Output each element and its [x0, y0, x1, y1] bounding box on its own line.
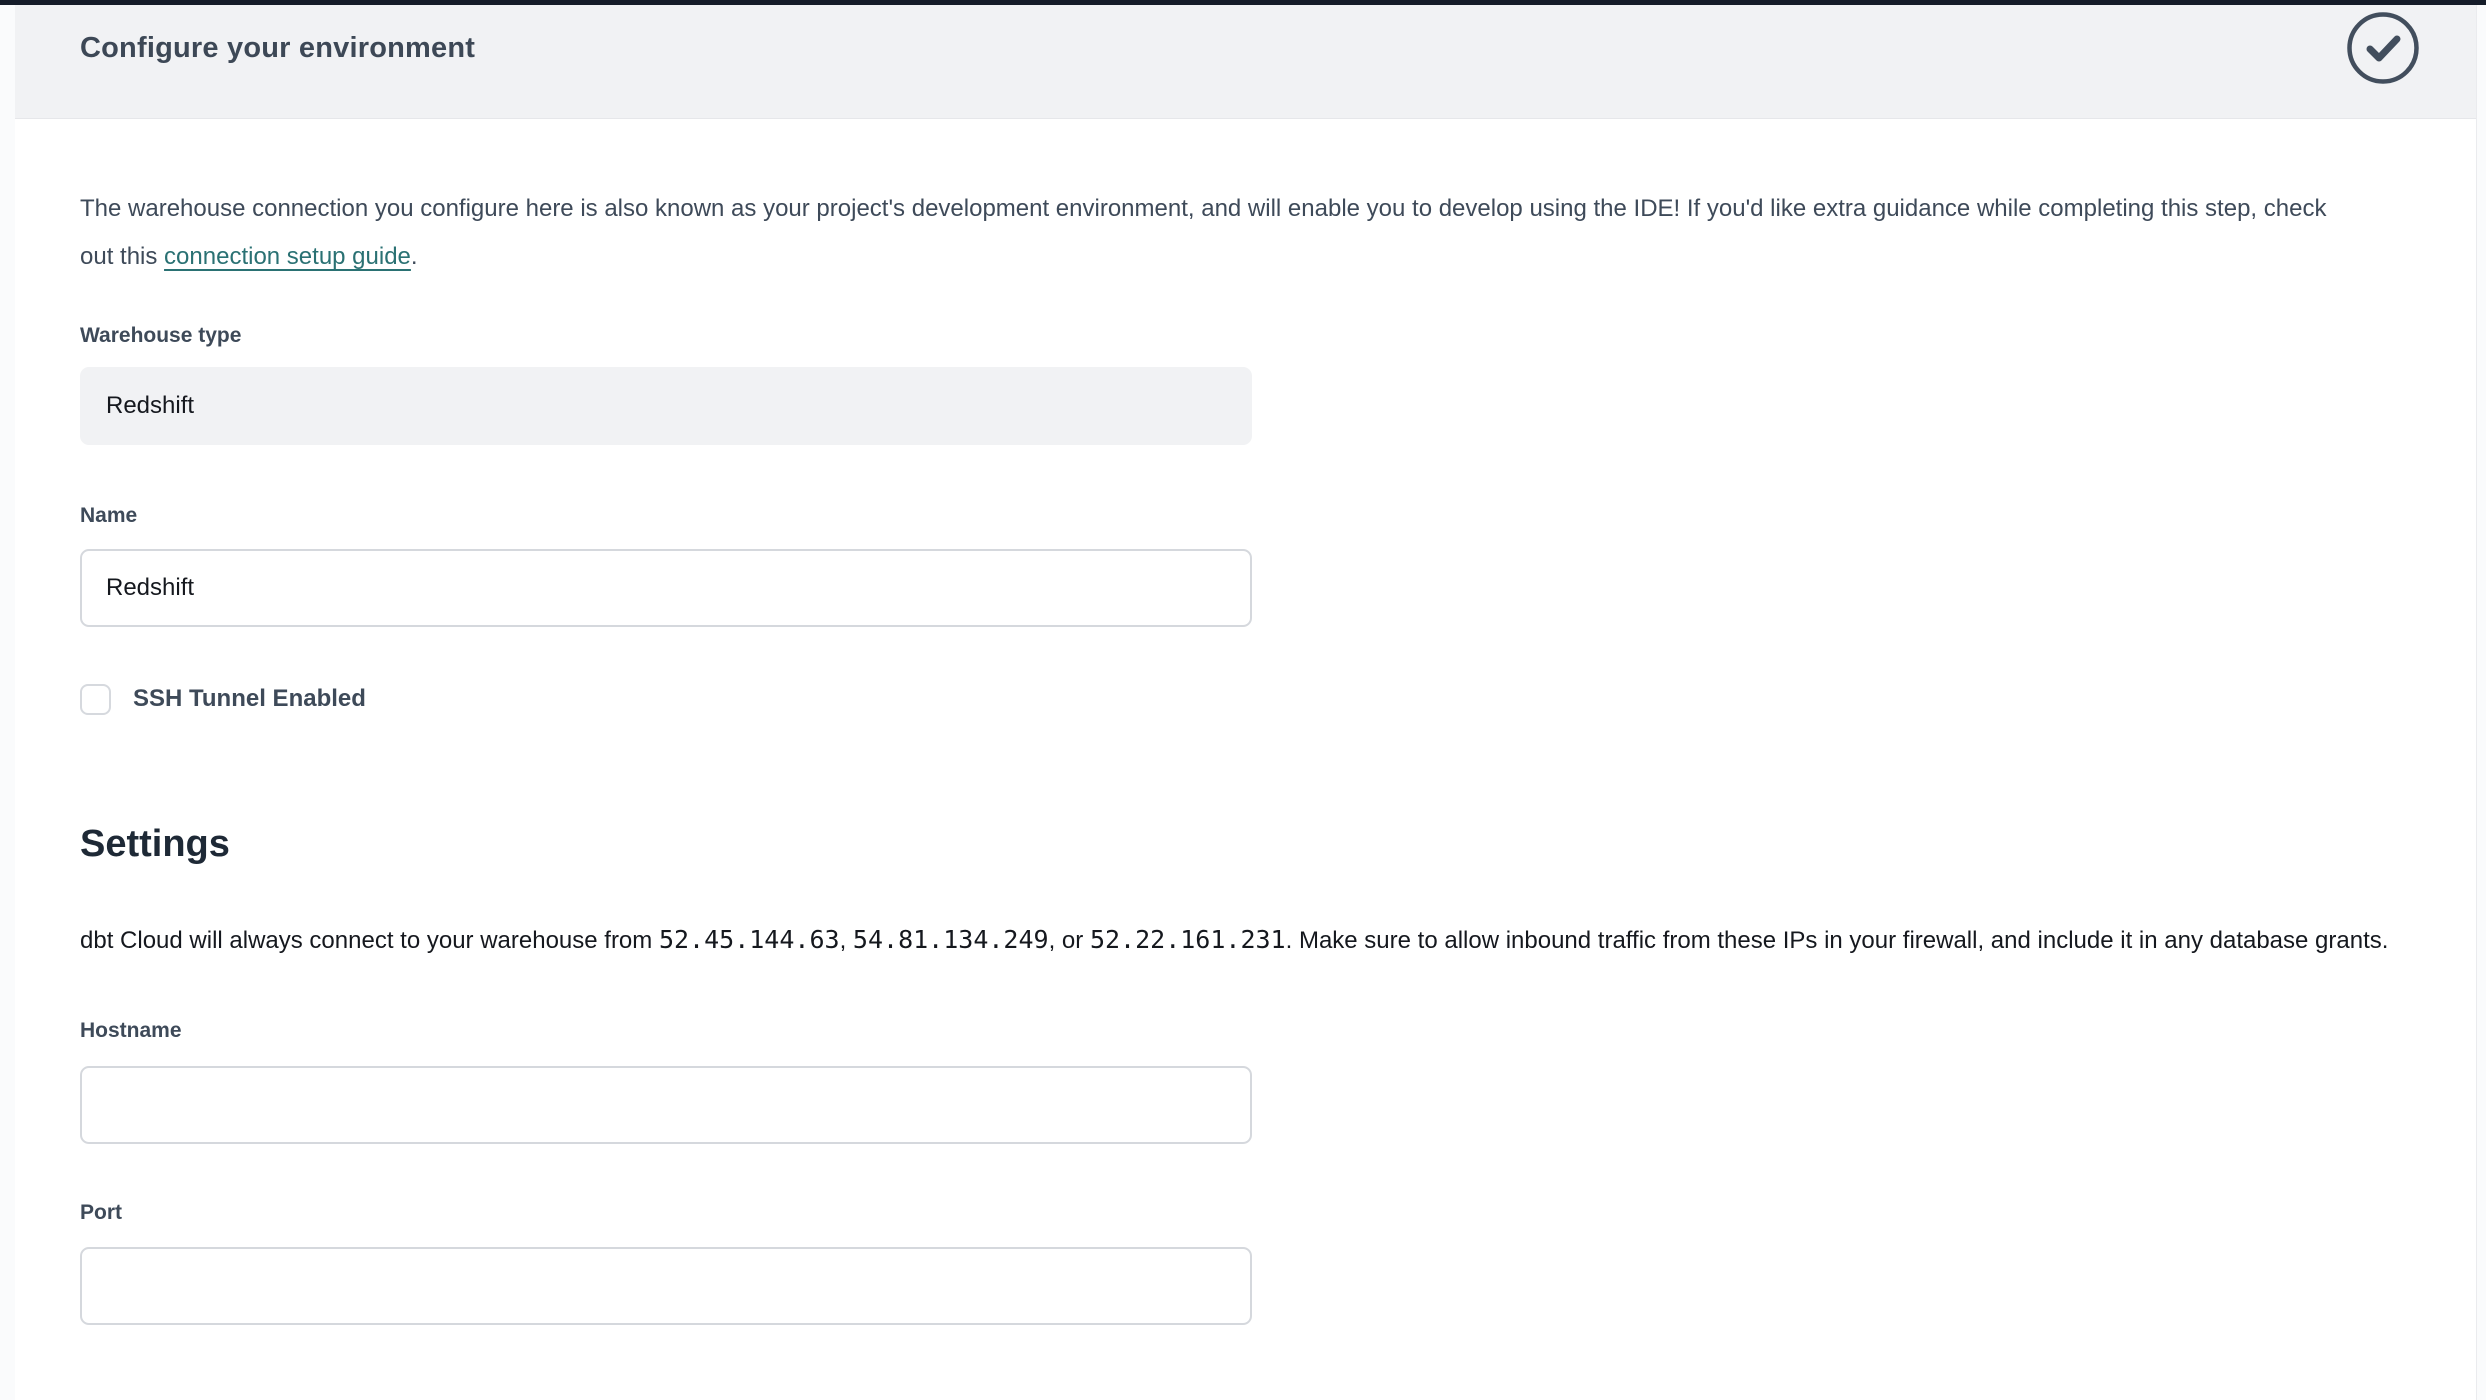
ip-desc-part2: . Make sure to allow inbound traffic fro…	[1286, 927, 2389, 954]
hostname-input[interactable]	[80, 1066, 1252, 1144]
ip-desc-sep1: ,	[840, 927, 853, 954]
ip-address-3: 52.22.161.231	[1090, 925, 1286, 954]
ip-desc-sep2: , or	[1049, 927, 1090, 954]
card-header: Configure your environment	[15, 0, 2476, 119]
ip-address-2: 54.81.134.249	[853, 925, 1049, 954]
intro-paragraph: The warehouse connection you configure h…	[80, 185, 2340, 281]
ssh-tunnel-label: SSH Tunnel Enabled	[133, 685, 366, 713]
settings-heading: Settings	[80, 820, 2476, 868]
connection-setup-guide-link[interactable]: connection setup guide	[164, 243, 411, 270]
port-input[interactable]	[80, 1247, 1252, 1325]
name-label: Name	[80, 503, 2476, 529]
warehouse-type-field: Redshift	[80, 367, 1252, 445]
ssh-tunnel-checkbox[interactable]	[80, 684, 111, 715]
environment-setup-card: Configure your environment The warehouse…	[15, 0, 2477, 1400]
top-navigation-bar	[0, 0, 2486, 5]
warehouse-type-label: Warehouse type	[80, 323, 2476, 349]
intro-text-after: .	[411, 243, 418, 270]
ssh-tunnel-row: SSH Tunnel Enabled	[80, 683, 2476, 715]
port-label: Port	[80, 1200, 2476, 1226]
card-body: The warehouse connection you configure h…	[15, 185, 2476, 1325]
ip-address-1: 52.45.144.63	[659, 925, 840, 954]
page-title: Configure your environment	[80, 32, 475, 65]
check-circle-icon	[2345, 10, 2421, 86]
hostname-label: Hostname	[80, 1018, 2476, 1044]
name-input[interactable]	[80, 549, 1252, 627]
ip-desc-part1: dbt Cloud will always connect to your wa…	[80, 927, 659, 954]
ip-allowlist-paragraph: dbt Cloud will always connect to your wa…	[80, 919, 2400, 962]
